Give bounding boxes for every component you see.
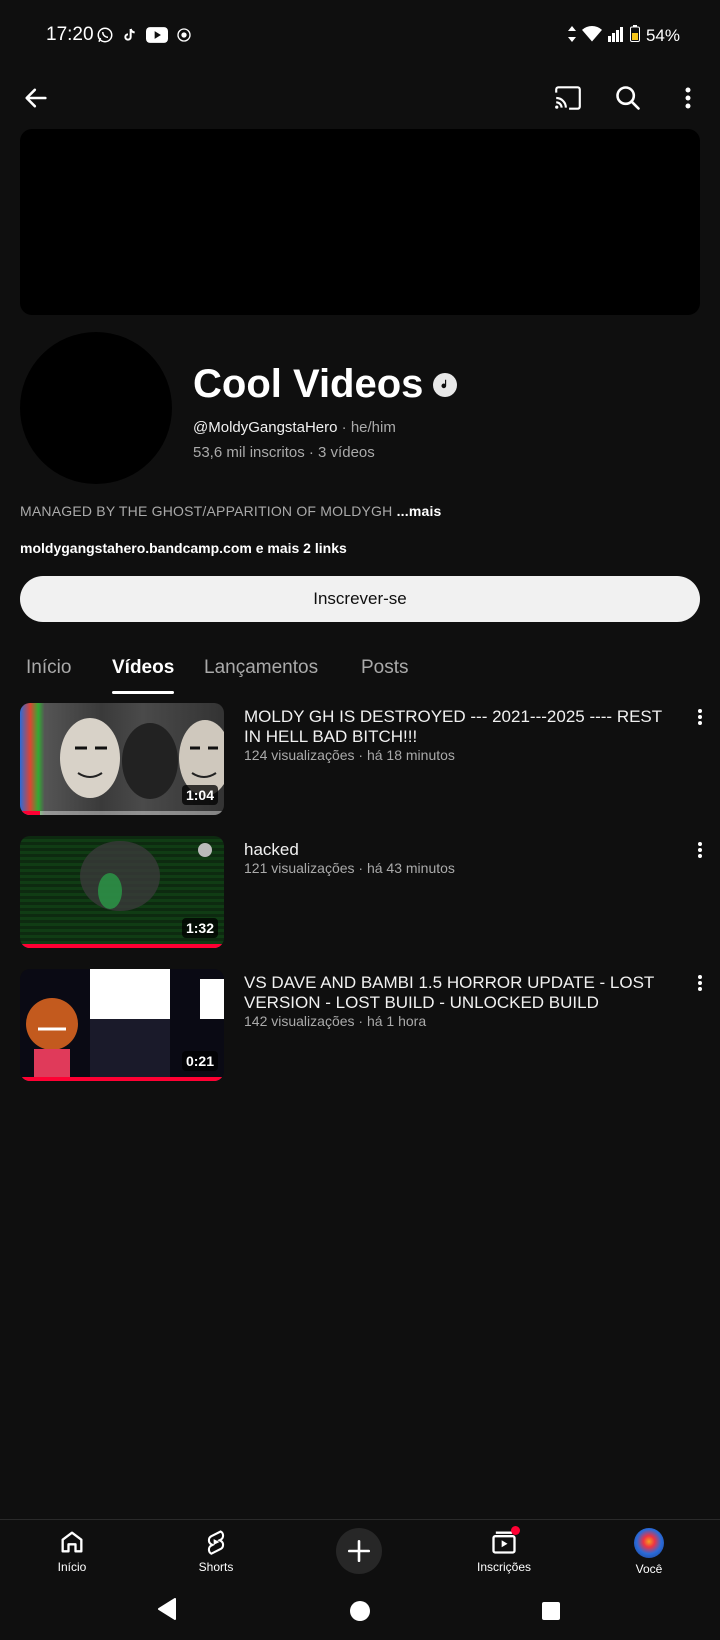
channel-handle-line: @MoldyGangstaHero · he/him [193, 419, 396, 436]
video-menu-button[interactable] [690, 838, 710, 862]
video-age: há 18 minutos [366, 747, 455, 763]
signal-icon [607, 26, 624, 47]
tab-videos[interactable]: Vídeos [112, 642, 175, 694]
status-time: 17:20 [46, 24, 94, 45]
bottom-navigation: Início Shorts Inscrições Você [0, 1519, 720, 1581]
tab-home[interactable]: Início [26, 642, 71, 694]
nav-home-label: Início [57, 1560, 87, 1574]
search-icon [616, 86, 640, 110]
video-count: 3 vídeos [318, 444, 375, 461]
system-navigation-bar [0, 1582, 720, 1640]
more-vert-icon [685, 87, 691, 109]
video-thumbnail[interactable]: 0:21 [20, 969, 224, 1081]
channel-pronouns: he/him [350, 419, 396, 436]
whatsapp-icon [96, 26, 114, 49]
search-button[interactable] [610, 80, 646, 116]
video-duration: 1:32 [181, 918, 218, 938]
video-menu-button[interactable] [690, 971, 710, 995]
home-icon [61, 1531, 83, 1553]
circle-home-icon [350, 1601, 370, 1621]
more-vert-icon [698, 709, 702, 725]
video-age: há 1 hora [366, 1013, 427, 1029]
battery-icon [629, 25, 640, 47]
notification-dot [511, 1526, 520, 1535]
square-recents-icon [542, 1602, 560, 1620]
channel-tabs: Início Vídeos Lançamentos Posts [0, 642, 720, 694]
verified-music-icon [433, 372, 458, 397]
wifi-icon [581, 25, 602, 47]
shorts-icon [207, 1530, 225, 1555]
cast-button[interactable] [550, 80, 586, 116]
tab-posts[interactable]: Posts [361, 642, 409, 694]
video-meta: 142 visualizações · há 1 hora [244, 1013, 427, 1029]
video-age: há 43 minutos [366, 860, 455, 876]
video-views: 121 visualizações [244, 860, 355, 876]
channel-stats: 53,6 mil inscritos · 3 vídeos [193, 444, 375, 461]
nav-you-label: Você [635, 1562, 663, 1576]
you-avatar-icon [634, 1528, 664, 1558]
subscriber-count: 53,6 mil inscritos [193, 444, 305, 461]
video-meta: 124 visualizações · há 18 minutos [244, 747, 455, 763]
nav-shorts[interactable]: Shorts [171, 1528, 261, 1574]
nav-home[interactable]: Início [27, 1528, 117, 1574]
watch-progress [20, 811, 41, 815]
status-system-icons: 54% [567, 25, 680, 47]
battery-percent: 54% [645, 26, 680, 45]
video-duration: 0:21 [181, 1051, 218, 1071]
video-item[interactable]: 0:21 VS DAVE AND BAMBI 1.5 HORROR UPDATE… [20, 969, 710, 1081]
channel-banner [20, 129, 700, 315]
back-arrow-icon [25, 88, 47, 108]
channel-links[interactable]: moldygangstahero.bandcamp.com e mais 2 l… [20, 540, 347, 556]
more-vert-icon [698, 842, 702, 858]
system-home-button[interactable] [344, 1595, 376, 1627]
nav-subscriptions-label: Inscrições [476, 1560, 532, 1574]
video-thumbnail[interactable]: 1:32 [20, 836, 224, 948]
channel-name-text: Cool Videos [193, 362, 424, 406]
subscribe-button[interactable]: Inscrever-se [20, 576, 700, 622]
create-button[interactable] [336, 1528, 382, 1574]
system-recents-button[interactable] [535, 1595, 567, 1627]
system-back-button[interactable] [152, 1594, 182, 1624]
nav-you[interactable]: Você [604, 1528, 694, 1576]
video-title[interactable]: VS DAVE AND BAMBI 1.5 HORROR UPDATE - LO… [244, 973, 664, 1013]
video-title[interactable]: MOLDY GH IS DESTROYED --- 2021---2025 --… [244, 707, 664, 747]
record-icon [176, 27, 192, 48]
video-title[interactable]: hacked [244, 840, 664, 860]
description-more-link[interactable]: ...mais [397, 503, 442, 519]
channel-handle: @MoldyGangstaHero [193, 419, 338, 436]
tiktok-icon [122, 26, 138, 49]
status-notification-icons [96, 26, 192, 49]
video-thumbnail[interactable]: 1:04 [20, 703, 224, 815]
tab-releases[interactable]: Lançamentos [204, 642, 318, 694]
channel-description[interactable]: MANAGED BY THE GHOST/APPARITION OF MOLDY… [20, 503, 442, 519]
watch-progress [20, 944, 224, 948]
video-menu-button[interactable] [690, 705, 710, 729]
video-meta: 121 visualizações · há 43 minutos [244, 860, 455, 876]
video-views: 124 visualizações [244, 747, 355, 763]
more-options-button[interactable] [670, 80, 706, 116]
nav-subscriptions[interactable]: Inscrições [459, 1526, 549, 1574]
back-button[interactable] [18, 80, 54, 116]
channel-name: Cool Videos [193, 362, 458, 407]
cast-icon [555, 86, 581, 110]
watch-progress [20, 1077, 224, 1081]
video-item[interactable]: 1:04 MOLDY GH IS DESTROYED --- 2021---20… [20, 703, 710, 815]
more-vert-icon [698, 975, 702, 991]
triangle-back-icon [158, 1598, 176, 1620]
video-duration: 1:04 [181, 785, 218, 805]
data-arrows-icon [567, 25, 576, 47]
video-item[interactable]: 1:32 hacked 121 visualizações · há 43 mi… [20, 836, 710, 948]
youtube-icon [146, 27, 168, 48]
description-text: MANAGED BY THE GHOST/APPARITION OF MOLDY… [20, 503, 393, 519]
nav-shorts-label: Shorts [198, 1560, 234, 1574]
create-plus-icon [347, 1539, 371, 1563]
video-views: 142 visualizações [244, 1013, 355, 1029]
channel-avatar[interactable] [20, 332, 172, 484]
